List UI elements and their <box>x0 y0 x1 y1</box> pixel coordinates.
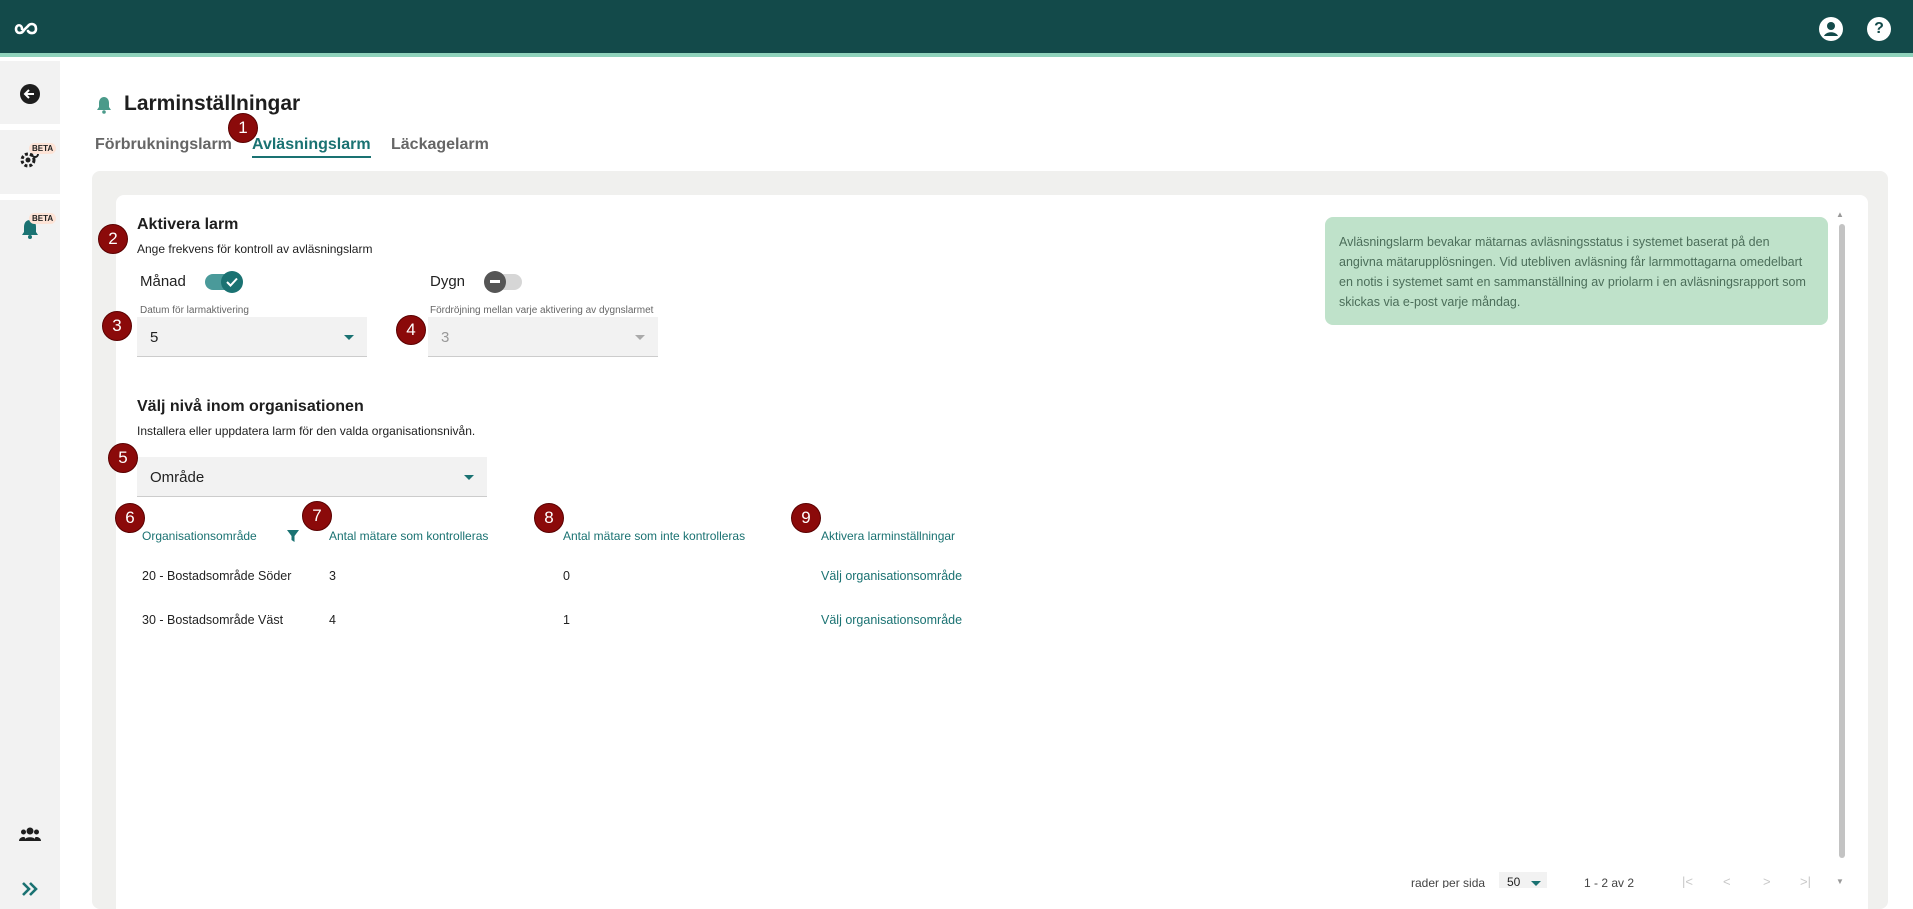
chevron-down-icon <box>1531 881 1541 886</box>
date-field-label: Datum för larmaktivering <box>140 305 249 316</box>
monthly-label: Månad <box>140 273 186 290</box>
tab-consumption-alarm[interactable]: Förbrukningslarm <box>95 136 232 154</box>
annotation-badge: 8 <box>534 503 564 533</box>
daily-toggle[interactable] <box>484 271 522 293</box>
rows-per-page-value: 50 <box>1507 875 1521 889</box>
chevron-down-icon <box>344 335 354 340</box>
chevron-down-icon <box>635 335 645 340</box>
arrow-left-circle-icon <box>20 84 40 104</box>
beta-badge: BETA <box>29 213 57 224</box>
date-select-value: 5 <box>150 329 159 346</box>
delay-field-label: Fördröjning mellan varje aktivering av d… <box>430 305 654 316</box>
delay-select[interactable]: 3 <box>428 317 658 357</box>
scroll-down-arrow[interactable]: ▼ <box>1836 877 1844 886</box>
tab-leakage-alarm[interactable]: Läckagelarm <box>391 136 489 154</box>
page-title: Larminställningar <box>124 92 301 115</box>
org-level-heading: Välj nivå inom organisationen <box>137 398 364 415</box>
annotation-badge: 3 <box>102 311 132 341</box>
annotation-badge: 4 <box>396 315 426 345</box>
minus-icon <box>484 271 506 293</box>
cell-unchecked-meters: 1 <box>563 613 570 627</box>
check-icon <box>221 271 243 293</box>
activate-alarm-heading: Aktivera larm <box>137 216 239 233</box>
column-header-unchecked-meters[interactable]: Antal mätare som inte kontrolleras <box>563 529 745 543</box>
cell-checked-meters: 4 <box>329 613 336 627</box>
expand-sidebar-button[interactable] <box>0 874 60 904</box>
chevron-down-icon <box>464 475 474 480</box>
scrollbar-thumb[interactable] <box>1839 224 1845 858</box>
delay-select-value: 3 <box>441 329 450 346</box>
filter-icon[interactable] <box>287 530 299 542</box>
column-header-checked-meters[interactable]: Antal mätare som kontrolleras <box>329 529 488 543</box>
help-circle-icon[interactable]: ? <box>1867 17 1891 41</box>
double-chevron-right-icon <box>22 882 38 896</box>
scroll-up-arrow[interactable]: ▲ <box>1836 210 1844 219</box>
date-select[interactable]: 5 <box>137 317 367 357</box>
org-level-subtitle: Installera eller uppdatera larm för den … <box>137 424 476 438</box>
cell-org-area: 30 - Bostadsområde Väst <box>142 613 284 627</box>
annotation-badge: 9 <box>791 503 821 533</box>
users-button[interactable] <box>0 819 60 849</box>
daily-label: Dygn <box>430 273 466 290</box>
card-bottom-edge <box>116 888 1868 909</box>
sidebar-item-settings[interactable]: BETA <box>0 139 60 179</box>
sidebar-divider <box>0 124 60 130</box>
infinity-logo-icon[interactable] <box>14 17 44 41</box>
select-org-area-link[interactable]: Välj organisationsområde <box>821 569 962 583</box>
cell-org-area: 20 - Bostadsområde Söder <box>142 569 292 583</box>
select-org-area-link[interactable]: Välj organisationsområde <box>821 613 962 627</box>
column-header-activate-settings[interactable]: Aktivera larminställningar <box>821 529 955 543</box>
beta-badge: BETA <box>29 143 57 154</box>
first-page-icon[interactable]: |< <box>1682 874 1693 889</box>
top-app-bar: ? <box>0 0 1913 57</box>
back-button[interactable] <box>0 79 60 109</box>
account-circle-icon[interactable] <box>1819 17 1843 41</box>
annotation-badge: 6 <box>115 503 145 533</box>
annotation-badge: 7 <box>302 501 332 531</box>
cell-checked-meters: 3 <box>329 569 336 583</box>
next-page-icon[interactable]: > <box>1763 874 1771 889</box>
info-box: Avläsningslarm bevakar mätarnas avläsnin… <box>1325 217 1828 325</box>
org-level-select[interactable]: Område <box>137 457 487 497</box>
activate-alarm-subtitle: Ange frekvens för kontroll av avläsnings… <box>137 242 373 256</box>
last-page-icon[interactable]: >| <box>1800 874 1811 889</box>
prev-page-icon[interactable]: < <box>1723 874 1731 889</box>
monthly-toggle[interactable] <box>205 271 243 293</box>
tab-reading-alarm[interactable]: Avläsningslarm <box>252 136 371 158</box>
sidebar-divider <box>0 194 60 200</box>
annotation-badge: 5 <box>108 443 138 473</box>
bell-icon <box>97 97 111 114</box>
org-level-value: Område <box>150 469 205 486</box>
sidebar-item-alarms[interactable]: BETA <box>0 209 60 249</box>
annotation-badge: 2 <box>98 224 128 254</box>
annotation-badge: 1 <box>228 113 258 143</box>
users-icon <box>19 827 41 841</box>
sidebar: BETA BETA <box>0 61 60 909</box>
cell-unchecked-meters: 0 <box>563 569 570 583</box>
column-header-org-area[interactable]: Organisationsområde <box>142 529 257 543</box>
